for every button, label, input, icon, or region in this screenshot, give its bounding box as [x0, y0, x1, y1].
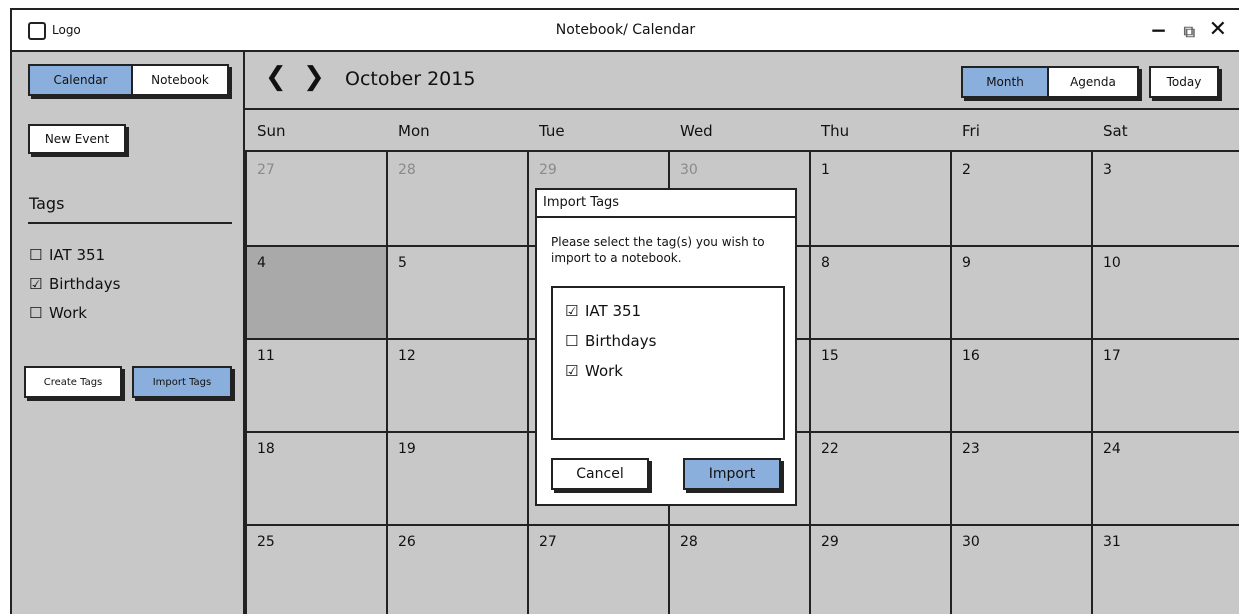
dialog-tag-list: ☑ IAT 351 ☐ Birthdays ☑ Work [551, 286, 785, 440]
chevron-left-icon[interactable]: ❮ [265, 62, 287, 92]
checkbox-checked-icon[interactable]: ☑ [29, 275, 43, 293]
day-number[interactable]: 5 [398, 255, 407, 271]
weekday-label: Tue [539, 122, 565, 140]
tags-heading: Tags [29, 194, 65, 213]
create-tags-button[interactable]: Create Tags [24, 366, 122, 398]
dialog-tag-iat351[interactable]: ☑ IAT 351 [565, 296, 783, 326]
checkbox-icon[interactable]: ☐ [565, 332, 579, 350]
day-number[interactable]: 10 [1103, 255, 1121, 271]
grid-column-line [950, 152, 952, 614]
grid-column-line [1091, 152, 1093, 614]
day-number[interactable]: 1 [821, 162, 830, 178]
dialog-tag-work[interactable]: ☑ Work [565, 356, 783, 386]
today-button[interactable]: Today [1149, 66, 1219, 98]
agenda-view-button[interactable]: Agenda [1047, 68, 1137, 96]
day-number[interactable]: 12 [398, 348, 416, 364]
checkbox-checked-icon[interactable]: ☑ [565, 302, 579, 320]
calendar-toolbar: ❮ ❯ October 2015 Month Agenda Today [245, 52, 1239, 110]
view-toggle: Calendar Notebook [28, 64, 229, 96]
new-event-button[interactable]: New Event [28, 124, 126, 154]
checkbox-icon[interactable]: ☐ [29, 246, 43, 264]
weekday-label: Sun [257, 122, 286, 140]
calendar-view-button[interactable]: Calendar [30, 66, 131, 94]
checkbox-checked-icon[interactable]: ☑ [565, 362, 579, 380]
day-number[interactable]: 9 [962, 255, 971, 271]
day-number[interactable]: 3 [1103, 162, 1112, 178]
notebook-view-button[interactable]: Notebook [131, 66, 227, 94]
tag-item-iat351[interactable]: ☐ IAT 351 [29, 240, 120, 269]
day-number[interactable]: 8 [821, 255, 830, 271]
day-number[interactable]: 27 [257, 162, 275, 178]
day-number[interactable]: 29 [821, 534, 839, 550]
day-number[interactable]: 24 [1103, 441, 1121, 457]
grid-column-line [809, 152, 811, 614]
weekday-label: Wed [680, 122, 713, 140]
month-title: October 2015 [345, 68, 476, 90]
grid-column-line [527, 152, 529, 614]
import-tags-dialog: Import Tags Please select the tag(s) you… [535, 188, 797, 506]
selected-day-cell[interactable] [245, 245, 386, 338]
weekday-label: Thu [821, 122, 850, 140]
window-title: Notebook/ Calendar [555, 22, 696, 38]
weekday-header: Sun Mon Tue Wed Thu Fri Sat [245, 110, 1239, 152]
import-tags-button[interactable]: Import Tags [132, 366, 232, 398]
tag-label: Work [49, 303, 87, 322]
day-number[interactable]: 2 [962, 162, 971, 178]
dialog-tag-birthdays[interactable]: ☐ Birthdays [565, 326, 783, 356]
grid-column-line [386, 152, 388, 614]
import-button[interactable]: Import [683, 458, 781, 490]
dialog-title: Import Tags [537, 190, 795, 218]
weekday-label: Mon [398, 122, 430, 140]
dialog-tag-label: IAT 351 [585, 302, 642, 320]
dialog-message: Please select the tag(s) you wish to imp… [551, 235, 765, 265]
day-number[interactable]: 28 [398, 162, 416, 178]
tag-list: ☐ IAT 351 ☑ Birthdays ☐ Work [29, 240, 120, 327]
day-number[interactable]: 18 [257, 441, 275, 457]
day-number[interactable]: 17 [1103, 348, 1121, 364]
day-number[interactable]: 15 [821, 348, 839, 364]
day-number[interactable]: 23 [962, 441, 980, 457]
day-number[interactable]: 22 [821, 441, 839, 457]
day-number[interactable]: 31 [1103, 534, 1121, 550]
checkbox-icon[interactable]: ☐ [29, 304, 43, 322]
tag-item-work[interactable]: ☐ Work [29, 298, 120, 327]
close-icon[interactable]: ✕ [1209, 17, 1227, 42]
chevron-right-icon[interactable]: ❯ [303, 62, 325, 92]
grid-row-line [245, 524, 1239, 526]
weekday-label: Fri [962, 122, 980, 140]
grid-column-line [245, 152, 247, 614]
day-number[interactable]: 27 [539, 534, 557, 550]
tag-item-birthdays[interactable]: ☑ Birthdays [29, 269, 120, 298]
minimize-icon[interactable]: − [1150, 18, 1167, 42]
month-view-button[interactable]: Month [963, 68, 1047, 96]
day-number[interactable]: 30 [680, 162, 698, 178]
day-number[interactable]: 4 [257, 255, 266, 271]
day-number[interactable]: 11 [257, 348, 275, 364]
weekday-label: Sat [1103, 122, 1128, 140]
sidebar: Calendar Notebook New Event Tags ☐ IAT 3… [12, 52, 245, 614]
tag-label: Birthdays [49, 274, 121, 293]
day-number[interactable]: 26 [398, 534, 416, 550]
cancel-button[interactable]: Cancel [551, 458, 649, 490]
tags-divider [28, 222, 232, 224]
dialog-tag-label: Work [585, 362, 623, 380]
maximize-icon[interactable]: ⧉ [1184, 22, 1195, 42]
app-window: Logo Notebook/ Calendar − ⧉ ✕ Calendar N… [10, 8, 1239, 614]
view-mode-toggle: Month Agenda [961, 66, 1139, 98]
day-number[interactable]: 28 [680, 534, 698, 550]
tag-label: IAT 351 [49, 245, 106, 264]
day-number[interactable]: 29 [539, 162, 557, 178]
day-number[interactable]: 25 [257, 534, 275, 550]
day-number[interactable]: 19 [398, 441, 416, 457]
day-number[interactable]: 30 [962, 534, 980, 550]
day-number[interactable]: 16 [962, 348, 980, 364]
dialog-tag-label: Birthdays [585, 332, 657, 350]
title-bar: Logo Notebook/ Calendar − ⧉ ✕ [12, 10, 1239, 52]
